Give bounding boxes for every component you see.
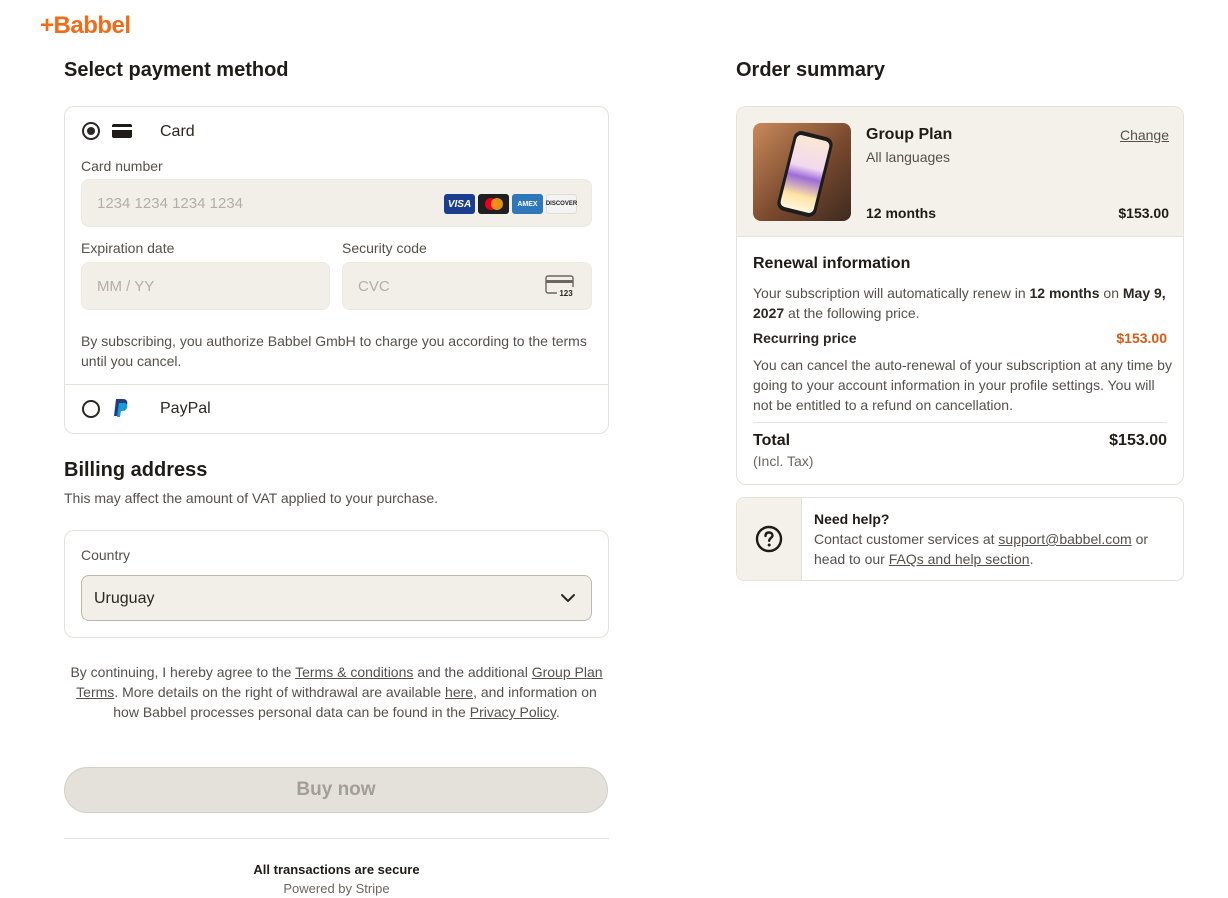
legal-text-1: By continuing, I hereby agree to the: [70, 664, 296, 680]
security-code-label: Security code: [342, 240, 427, 256]
payment-method-title: Select payment method: [64, 59, 289, 81]
card-number-field[interactable]: 1234 1234 1234 1234 VISA AMEX DISCOVER: [81, 179, 592, 227]
billing-address-subtitle: This may affect the amount of VAT applie…: [64, 490, 439, 506]
legal-text-2: and the additional: [413, 664, 532, 680]
order-summary-title: Order summary: [736, 59, 885, 81]
buy-now-button[interactable]: Buy now: [64, 767, 608, 813]
footer-divider: [64, 838, 609, 839]
card-number-label: Card number: [81, 158, 163, 174]
powered-by-stripe: Powered by Stripe: [283, 881, 390, 896]
method-divider: [65, 384, 608, 385]
paypal-radio[interactable]: [82, 400, 100, 418]
renewal-text-2: on: [1099, 285, 1123, 301]
legal-text-5: .: [555, 704, 560, 720]
mastercard-icon: [478, 194, 509, 214]
country-panel: Country Uruguay: [64, 530, 609, 638]
amex-icon: AMEX: [512, 194, 543, 214]
expiration-field[interactable]: MM / YY: [81, 262, 330, 310]
total-label: Total: [753, 432, 791, 449]
order-summary-panel: Group Plan All languages Change 12 month…: [736, 106, 1184, 485]
card-brand-logos: VISA AMEX DISCOVER: [444, 194, 577, 214]
plan-term: 12 months: [866, 205, 937, 221]
discover-icon: DISCOVER: [546, 194, 577, 214]
expiration-placeholder: MM / YY: [97, 278, 155, 295]
total-tax-note: (Incl. Tax): [753, 453, 814, 469]
legal-text-3: . More details on the right of withdrawa…: [114, 684, 446, 700]
renewal-text-3: at the following price.: [784, 305, 920, 321]
change-plan-link[interactable]: Change: [1120, 127, 1169, 143]
cvc-card-icon: 123: [545, 275, 575, 297]
help-icon-area: [737, 498, 802, 580]
cvc-icon-text: 123: [559, 289, 573, 297]
support-email-link[interactable]: support@babbel.com: [998, 531, 1131, 547]
question-circle-icon: [755, 525, 783, 553]
recurring-price-label: Recurring price: [753, 330, 857, 346]
privacy-policy-link[interactable]: Privacy Policy: [470, 704, 556, 720]
visa-icon: VISA: [444, 194, 475, 214]
recurring-price-value: $153.00: [1116, 330, 1167, 346]
help-panel: Need help? Contact customer services at …: [736, 497, 1184, 581]
renewal-text-1: Your subscription will automatically ren…: [753, 285, 1030, 301]
secure-transactions-text: All transactions are secure: [253, 862, 420, 877]
paypal-icon: [114, 399, 128, 417]
chevron-down-icon: [561, 594, 575, 602]
faq-help-link[interactable]: FAQs and help section: [889, 551, 1030, 567]
card-radio[interactable]: [82, 122, 100, 140]
payment-method-panel: Card Card number 1234 1234 1234 1234 VIS…: [64, 106, 609, 434]
legal-consent-text: By continuing, I hereby agree to the Ter…: [64, 662, 609, 722]
terms-conditions-link[interactable]: Terms & conditions: [295, 664, 413, 680]
plan-name: Group Plan: [866, 126, 953, 143]
plan-image: [753, 123, 851, 221]
security-code-field[interactable]: CVC 123: [342, 262, 592, 310]
cancel-renewal-note: You can cancel the auto-renewal of your …: [753, 357, 1172, 413]
security-code-placeholder: CVC: [358, 278, 390, 295]
card-number-placeholder: 1234 1234 1234 1234: [97, 195, 243, 212]
country-value: Uruguay: [94, 590, 155, 607]
withdrawal-here-link[interactable]: here: [445, 684, 473, 700]
billing-address-title: Billing address: [64, 459, 208, 481]
renewal-info-text: Your subscription will automatically ren…: [753, 283, 1173, 323]
help-text-3: .: [1029, 551, 1034, 567]
renewal-info-title: Renewal information: [753, 255, 911, 272]
total-divider: [753, 422, 1167, 423]
help-text-1: Contact customer services at: [814, 531, 999, 547]
babbel-logo[interactable]: +Babbel: [40, 12, 131, 40]
renewal-term: 12 months: [1029, 285, 1100, 301]
plan-price: $153.00: [1118, 205, 1169, 221]
help-text: Contact customer services at support@bab…: [814, 529, 1179, 569]
authorization-note: By subscribing, you authorize Babbel Gmb…: [81, 333, 587, 369]
plan-header: Group Plan All languages Change 12 month…: [737, 107, 1183, 237]
help-title: Need help?: [814, 511, 890, 527]
card-method-label[interactable]: Card: [160, 123, 195, 141]
expiration-label: Expiration date: [81, 240, 175, 256]
paypal-method-label[interactable]: PayPal: [160, 400, 211, 418]
total-price: $153.00: [1109, 432, 1167, 449]
plan-languages: All languages: [866, 149, 951, 165]
country-select[interactable]: Uruguay: [81, 575, 592, 621]
country-label: Country: [81, 547, 131, 563]
credit-card-icon: [112, 124, 132, 138]
